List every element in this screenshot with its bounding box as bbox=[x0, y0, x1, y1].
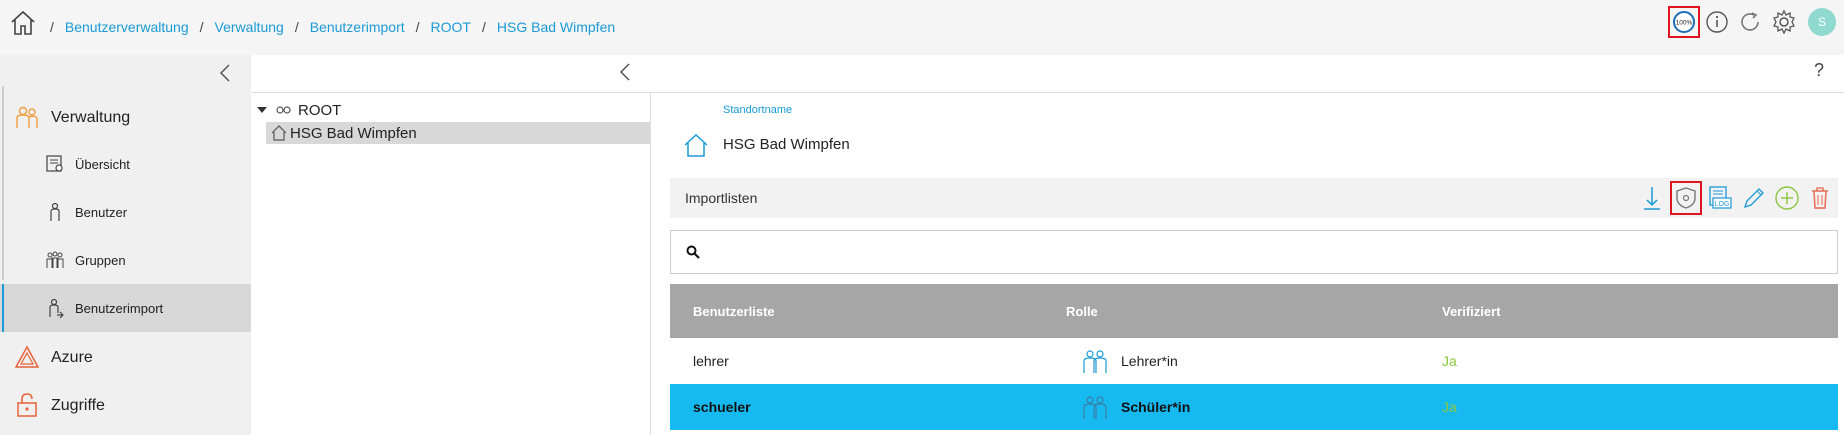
active-indicator bbox=[2, 284, 4, 332]
lock-icon bbox=[17, 393, 37, 417]
student-role-icon bbox=[1083, 396, 1107, 419]
sidebar-item-label: Azure bbox=[51, 349, 93, 366]
sidebar-item-label: Zugriffe bbox=[51, 397, 105, 414]
breadcrumb-separator: / bbox=[481, 19, 486, 35]
tree-node-location[interactable]: HSG Bad Wimpfen bbox=[266, 122, 650, 144]
breadcrumb-separator: / bbox=[50, 19, 54, 35]
teacher-role-icon bbox=[1083, 350, 1107, 373]
settings-button[interactable] bbox=[1770, 8, 1798, 36]
home-node-icon bbox=[271, 125, 287, 141]
table-row[interactable]: lehrer Lehrer*in Ja bbox=[670, 338, 1838, 384]
download-button[interactable] bbox=[1638, 183, 1666, 213]
tree-node-root[interactable]: ROOT bbox=[256, 100, 341, 120]
tree-node-label: ROOT bbox=[298, 101, 342, 119]
breadcrumb-item-location[interactable]: HSG Bad Wimpfen bbox=[497, 19, 615, 35]
trash-icon bbox=[1812, 187, 1828, 209]
breadcrumb-item-benutzerverwaltung[interactable]: Benutzerverwaltung bbox=[65, 19, 189, 35]
importlist-title: Importlisten bbox=[685, 190, 758, 206]
tree-node-label: HSG Bad Wimpfen bbox=[290, 124, 417, 142]
breadcrumb-item-verwaltung[interactable]: Verwaltung bbox=[215, 19, 284, 35]
cell-verifiziert: Ja bbox=[1442, 353, 1457, 369]
svg-text:LOG: LOG bbox=[1715, 201, 1730, 208]
collapse-tree-icon[interactable] bbox=[616, 62, 636, 82]
user-icon bbox=[50, 202, 60, 221]
sidebar-item-benutzerimport[interactable]: Benutzerimport bbox=[0, 284, 251, 332]
sidebar-item-label: Benutzerimport bbox=[75, 300, 164, 316]
sidebar-item-verwaltung[interactable]: Verwaltung bbox=[0, 94, 251, 142]
zoom-level: 100% bbox=[1676, 20, 1693, 27]
sidebar-item-benutzer[interactable]: Benutzer bbox=[0, 188, 251, 236]
group-icon bbox=[46, 251, 64, 268]
pencil-icon bbox=[1743, 188, 1764, 209]
search-box bbox=[670, 230, 1838, 274]
users-icon bbox=[16, 106, 38, 128]
cell-benutzerliste: lehrer bbox=[693, 353, 729, 369]
cell-verifiziert: Ja bbox=[1442, 399, 1457, 415]
gear-icon bbox=[1773, 9, 1795, 35]
table-row-selected[interactable]: schueler Schüler*in Ja bbox=[670, 384, 1838, 430]
search-icon bbox=[686, 245, 700, 259]
overview-icon bbox=[46, 155, 63, 172]
log-icon: LOG bbox=[1709, 186, 1732, 209]
column-header-benutzerliste[interactable]: Benutzerliste bbox=[693, 304, 775, 319]
refresh-icon bbox=[1741, 12, 1759, 31]
verify-button[interactable] bbox=[1670, 181, 1702, 215]
breadcrumb-separator: / bbox=[415, 19, 420, 35]
info-icon bbox=[1706, 11, 1728, 33]
column-header-verifiziert[interactable]: Verifiziert bbox=[1442, 304, 1501, 319]
plus-circle-icon bbox=[1775, 186, 1799, 210]
search-input[interactable] bbox=[707, 241, 1807, 263]
sidebar-item-label: Gruppen bbox=[75, 252, 126, 268]
download-icon bbox=[1644, 187, 1660, 210]
breadcrumb: / Benutzerverwaltung / Verwaltung / Benu… bbox=[50, 19, 626, 35]
location-name: HSG Bad Wimpfen bbox=[723, 136, 850, 153]
cell-benutzerliste: schueler bbox=[693, 399, 751, 415]
azure-icon bbox=[14, 345, 40, 368]
location-label: Standortname bbox=[723, 104, 793, 116]
breadcrumb-separator: / bbox=[199, 19, 204, 35]
help-button[interactable]: ? bbox=[1814, 60, 1824, 81]
breadcrumb-item-root[interactable]: ROOT bbox=[431, 19, 471, 35]
delete-button[interactable] bbox=[1806, 183, 1834, 213]
sidebar-item-label: Übersicht bbox=[75, 156, 130, 172]
info-button[interactable] bbox=[1703, 8, 1731, 36]
zoom-button[interactable]: 100% bbox=[1668, 6, 1700, 38]
location-home-icon bbox=[684, 133, 708, 157]
cell-rolle: Lehrer*in bbox=[1121, 353, 1178, 369]
sidebar-item-gruppen[interactable]: Gruppen bbox=[0, 236, 251, 284]
zoom-icon: 100% bbox=[1673, 11, 1695, 33]
top-bar: / Benutzerverwaltung / Verwaltung / Benu… bbox=[0, 0, 1844, 55]
collapse-sidebar-icon[interactable] bbox=[216, 63, 236, 83]
avatar[interactable]: S bbox=[1808, 8, 1836, 36]
sidebar-item-label: Verwaltung bbox=[51, 109, 131, 126]
table-header: Benutzerliste Rolle Verifiziert bbox=[670, 284, 1838, 338]
column-header-rolle[interactable]: Rolle bbox=[1066, 304, 1098, 319]
expand-arrow-icon[interactable] bbox=[256, 104, 268, 116]
log-button[interactable]: LOG bbox=[1706, 183, 1734, 213]
breadcrumb-item-benutzerimport[interactable]: Benutzerimport bbox=[310, 19, 405, 35]
root-node-icon bbox=[276, 106, 291, 114]
cell-rolle: Schüler*in bbox=[1121, 399, 1191, 415]
sidebar-item-uebersicht[interactable]: Übersicht bbox=[0, 140, 251, 188]
breadcrumb-separator: / bbox=[294, 19, 299, 35]
panel-header bbox=[251, 55, 1844, 93]
refresh-button[interactable] bbox=[1736, 8, 1764, 36]
shield-icon bbox=[1676, 187, 1696, 209]
user-import-icon bbox=[49, 298, 64, 318]
sidebar-item-label: Benutzer bbox=[75, 204, 128, 220]
home-icon[interactable] bbox=[9, 8, 37, 38]
sidebar-item-azure[interactable]: Azure bbox=[0, 334, 251, 382]
add-button[interactable] bbox=[1773, 183, 1801, 213]
edit-button[interactable] bbox=[1740, 183, 1768, 213]
sidebar-item-zugriffe[interactable]: Zugriffe bbox=[0, 382, 251, 430]
